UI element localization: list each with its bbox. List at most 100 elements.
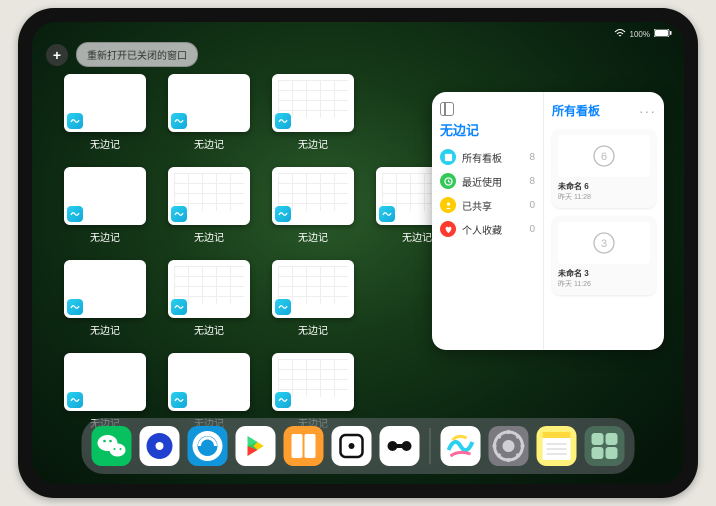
window-label: 无边记 xyxy=(402,229,432,244)
thumbnail-preview xyxy=(168,353,250,411)
panel-left-head xyxy=(440,102,535,116)
person-icon xyxy=(440,197,456,213)
window-label: 无边记 xyxy=(298,322,328,337)
category-count: 0 xyxy=(529,224,535,235)
svg-text:3: 3 xyxy=(601,238,607,250)
board-time: 昨天 11:26 xyxy=(558,279,650,289)
freeform-icon xyxy=(275,299,291,315)
window-label: 无边记 xyxy=(90,322,120,337)
dock-wechat-icon[interactable] xyxy=(92,426,132,466)
window-thumbnail[interactable]: 无边记 xyxy=(168,74,250,151)
category-label: 最近使用 xyxy=(462,174,523,189)
screen: 100% + 重新打开已关闭的窗口 无边记无边记无边记无边记无边记无边记无边记无… xyxy=(32,22,684,484)
window-thumbnail[interactable]: 无边记 xyxy=(168,167,250,244)
dock-books-icon[interactable] xyxy=(284,426,324,466)
more-icon[interactable]: ··· xyxy=(639,103,656,119)
window-label: 无边记 xyxy=(194,229,224,244)
category-item[interactable]: 所有看板 8 xyxy=(440,145,535,169)
thumbnail-preview xyxy=(64,74,146,132)
window-thumbnail[interactable]: 无边记 xyxy=(64,167,146,244)
category-count: 8 xyxy=(529,152,535,163)
freeform-icon xyxy=(171,206,187,222)
square-icon xyxy=(440,149,456,165)
plus-icon: + xyxy=(53,47,61,63)
freeform-icon xyxy=(379,206,395,222)
window-thumbnail[interactable]: 无边记 xyxy=(168,260,250,337)
dock-separator xyxy=(430,428,431,464)
category-count: 0 xyxy=(529,200,535,211)
panel-title: 无边记 xyxy=(440,120,535,139)
freeform-icon xyxy=(275,206,291,222)
thumbnail-preview xyxy=(272,260,354,318)
board-name: 未命名 3 xyxy=(558,268,650,279)
window-label: 无边记 xyxy=(298,229,328,244)
category-label: 个人收藏 xyxy=(462,222,523,237)
freeform-icon xyxy=(67,299,83,315)
thumbnail-preview xyxy=(272,167,354,225)
dock-qqbrowser-icon[interactable] xyxy=(188,426,228,466)
dock-settings-icon[interactable] xyxy=(489,426,529,466)
board-preview: 3 xyxy=(558,222,650,264)
wifi-icon xyxy=(614,28,626,40)
clock-icon xyxy=(440,173,456,189)
heart-icon xyxy=(440,221,456,237)
thumbnail-preview xyxy=(168,74,250,132)
freeform-icon xyxy=(171,113,187,129)
status-bar: 100% xyxy=(32,26,684,42)
freeform-icon xyxy=(171,299,187,315)
category-count: 8 xyxy=(529,176,535,187)
board-item[interactable]: 3 未命名 3昨天 11:26 xyxy=(552,216,656,295)
thumbnail-preview xyxy=(168,167,250,225)
reopen-button[interactable]: 重新打开已关闭的窗口 xyxy=(76,42,198,67)
ipad-device: 100% + 重新打开已关闭的窗口 无边记无边记无边记无边记无边记无边记无边记无… xyxy=(18,8,698,498)
category-label: 所有看板 xyxy=(462,150,523,165)
window-thumbnail[interactable]: 无边记 xyxy=(64,74,146,151)
board-name: 未命名 6 xyxy=(558,181,650,192)
panel-categories: 无边记 所有看板 8 最近使用 8 已共享 0 个人收藏 0 xyxy=(432,92,544,350)
freeform-icon xyxy=(171,392,187,408)
category-item[interactable]: 最近使用 8 xyxy=(440,169,535,193)
category-item[interactable]: 个人收藏 0 xyxy=(440,217,535,241)
category-label: 已共享 xyxy=(462,198,523,213)
freeform-icon xyxy=(275,392,291,408)
dock-dice-icon[interactable] xyxy=(332,426,372,466)
thumbnail-preview xyxy=(64,167,146,225)
top-toolbar: + 重新打开已关闭的窗口 xyxy=(46,42,198,67)
dock xyxy=(82,418,635,474)
window-thumbnail[interactable]: 无边记 xyxy=(272,74,354,151)
sidebar-icon[interactable] xyxy=(440,102,454,116)
freeform-icon xyxy=(275,113,291,129)
dock-connect-icon[interactable] xyxy=(380,426,420,466)
board-time: 昨天 11:28 xyxy=(558,192,650,202)
panel-right-title: 所有看板 xyxy=(552,102,600,119)
window-label: 无边记 xyxy=(90,229,120,244)
dock-app-library-icon[interactable] xyxy=(585,426,625,466)
dock-freeform-icon[interactable] xyxy=(441,426,481,466)
add-button[interactable]: + xyxy=(46,44,68,66)
reopen-label: 重新打开已关闭的窗口 xyxy=(87,51,187,62)
thumbnail-preview xyxy=(272,353,354,411)
dock-play-icon[interactable] xyxy=(236,426,276,466)
freeform-icon xyxy=(67,113,83,129)
thumbnail-preview xyxy=(272,74,354,132)
category-item[interactable]: 已共享 0 xyxy=(440,193,535,217)
dock-quark-icon[interactable] xyxy=(140,426,180,466)
board-preview: 6 xyxy=(558,135,650,177)
window-label: 无边记 xyxy=(194,322,224,337)
window-label: 无边记 xyxy=(194,136,224,151)
window-thumbnail[interactable]: 无边记 xyxy=(64,260,146,337)
freeform-icon xyxy=(67,206,83,222)
panel-boards: 所有看板 ··· 6 未命名 6昨天 11:28 3 未命名 3昨天 11:26 xyxy=(544,92,664,350)
window-label: 无边记 xyxy=(298,136,328,151)
window-thumbnail[interactable]: 无边记 xyxy=(272,260,354,337)
battery-icon xyxy=(654,29,672,39)
sidebar-panel: 无边记 所有看板8最近使用8已共享0个人收藏0 所有看板 ··· 6未命名 6昨… xyxy=(432,92,664,350)
thumbnail-preview xyxy=(64,260,146,318)
board-item[interactable]: 6 未命名 6昨天 11:28 xyxy=(552,129,656,208)
thumbnail-preview xyxy=(64,353,146,411)
battery-percent: 100% xyxy=(630,30,650,39)
dock-notes-icon[interactable] xyxy=(537,426,577,466)
window-label: 无边记 xyxy=(90,136,120,151)
thumbnail-preview xyxy=(168,260,250,318)
window-thumbnail[interactable]: 无边记 xyxy=(272,167,354,244)
